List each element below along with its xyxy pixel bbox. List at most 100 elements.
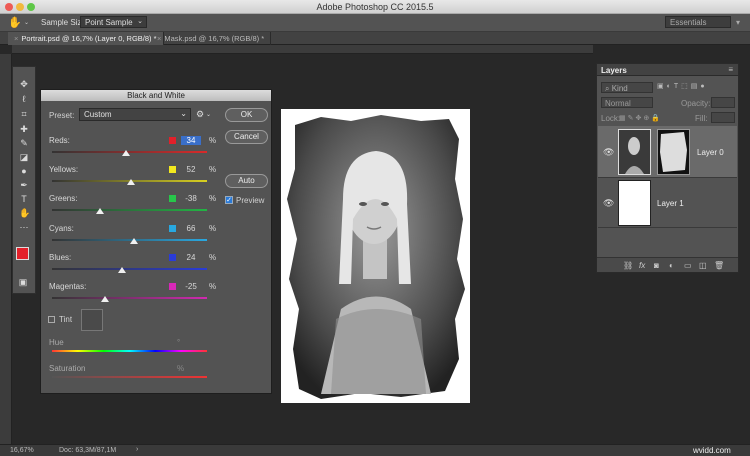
preview-label: Preview <box>236 196 265 205</box>
yellows-value-input[interactable]: 52 <box>181 165 201 174</box>
zoom-level[interactable]: 16,67% <box>10 447 34 454</box>
chevron-down-icon[interactable]: ⌄ <box>206 111 211 118</box>
layer-row-layer-0[interactable]: 👁 Layer 0 <box>598 126 737 178</box>
saturation-track <box>52 376 207 378</box>
dialog-title[interactable]: Black and White <box>41 90 271 101</box>
status-bar: 16,67% Doc: 63,3M/87,1M › wvidd.com <box>0 444 750 456</box>
blues-percent: % <box>209 252 217 262</box>
tab-mask[interactable]: × Mask.psd @ 16,7% (RGB/8) * <box>151 32 272 45</box>
cancel-button[interactable]: Cancel <box>225 130 268 144</box>
blues-value-input[interactable]: 24 <box>181 253 201 262</box>
tint-checkbox[interactable] <box>48 316 55 323</box>
app-title: Adobe Photoshop CC 2015.5 <box>316 2 434 12</box>
panel-menu-icon[interactable]: ≡ <box>728 65 733 74</box>
new-layer-icon[interactable]: ◫ <box>699 258 707 273</box>
workspace-select[interactable]: Essentials <box>665 16 731 28</box>
eye-icon[interactable]: 👁 <box>603 147 614 158</box>
reds-label: Reds: <box>49 136 70 145</box>
layer-filter-icons[interactable]: ▣◐T⬚▤● <box>657 82 733 93</box>
move-tool-icon[interactable]: ✥ <box>19 79 29 89</box>
opacity-input[interactable] <box>711 97 735 108</box>
layer-0-thumbnail <box>618 129 651 175</box>
ruler-horizontal[interactable] <box>12 45 593 54</box>
blues-label: Blues: <box>49 252 72 262</box>
workspace-value: Essentials <box>670 18 707 27</box>
blues-slider-thumb[interactable] <box>117 266 126 273</box>
yellows-label: Yellows: <box>49 165 79 175</box>
blur-tool-icon[interactable]: ● <box>19 166 29 176</box>
brush-tool-icon[interactable]: ✎ <box>19 138 29 148</box>
tint-label: Tint <box>59 315 73 324</box>
greens-value-input[interactable]: -38 <box>181 194 201 203</box>
trash-icon[interactable]: 🗑 <box>714 258 724 273</box>
opacity-label: Opacity: <box>681 99 711 108</box>
fill-input[interactable] <box>711 112 735 123</box>
magentas-value-input[interactable]: -25 <box>181 282 201 291</box>
lock-icons[interactable]: ▦✎✥⊕🔒 <box>619 114 662 122</box>
reds-color-swatch <box>169 137 176 144</box>
reds-value-input[interactable]: 34 <box>181 136 201 145</box>
cyans-value-input[interactable]: 66 <box>181 224 201 233</box>
layer-row-layer-1[interactable]: 👁 Layer 1 <box>598 178 737 228</box>
close-icon[interactable]: × <box>157 34 161 43</box>
type-tool-icon[interactable]: T <box>19 194 29 204</box>
magentas-label: Magentas: <box>49 282 87 291</box>
tab-label: Portrait.psd @ 16,7% (Layer 0, RGB/8) * <box>21 34 157 43</box>
greens-percent: % <box>209 194 217 204</box>
layers-title[interactable]: Layers <box>601 66 627 75</box>
hand-tool-icon[interactable]: ✋ <box>19 208 30 218</box>
healing-brush-icon[interactable]: ✚ <box>19 124 29 134</box>
adjustment-layer-icon[interactable]: ◐ <box>669 258 674 273</box>
foreground-color-swatch[interactable] <box>16 247 29 260</box>
reds-slider-thumb[interactable] <box>122 150 131 156</box>
crop-tool-icon[interactable]: ⌗ <box>19 109 29 119</box>
yellows-slider-thumb[interactable] <box>127 179 136 186</box>
add-mask-icon[interactable]: ◙ <box>654 258 659 273</box>
layer-filter-select[interactable]: ⌕ Kind <box>601 82 653 93</box>
eye-icon[interactable]: 👁 <box>603 198 614 209</box>
blues-color-swatch <box>169 253 176 261</box>
pen-tool-icon[interactable]: ✒ <box>19 180 29 190</box>
blend-mode-select[interactable]: Normal <box>601 97 653 108</box>
tab-portrait[interactable]: × Portrait.psd @ 16,7% (Layer 0, RGB/8) * <box>8 32 164 45</box>
ruler-vertical[interactable] <box>0 54 12 444</box>
quick-mask-icon[interactable]: ▣ <box>18 277 28 287</box>
gear-icon[interactable]: ⚙ <box>196 109 204 120</box>
cyans-slider-thumb[interactable] <box>130 237 139 244</box>
document-canvas[interactable] <box>281 109 470 403</box>
hand-tool-icon[interactable]: ✋ <box>8 16 22 29</box>
chevron-down-icon[interactable]: ⌄ <box>24 19 29 26</box>
options-bar: ✋ ⌄ Sample Size: Point Sample ⌄ Essentia… <box>0 14 750 32</box>
fill-label: Fill: <box>695 114 708 123</box>
magentas-color-swatch <box>169 283 176 290</box>
auto-button[interactable]: Auto <box>225 174 268 188</box>
link-layers-icon[interactable]: ⛓ <box>623 258 633 273</box>
magentas-slider-thumb[interactable] <box>100 296 109 302</box>
greens-slider-track[interactable] <box>52 209 207 212</box>
sample-size-select[interactable]: Point Sample ⌄ <box>80 16 147 28</box>
sample-size-value: Point Sample <box>85 18 133 27</box>
panel-expand-icon[interactable]: ▾ <box>736 18 740 27</box>
layer-0-mask-thumbnail[interactable] <box>657 129 690 175</box>
blues-slider-track[interactable] <box>52 267 207 270</box>
chevron-right-icon[interactable]: › <box>136 446 138 453</box>
lasso-tool-icon[interactable]: ℓ <box>19 94 29 104</box>
lock-label: Lock: <box>601 114 621 123</box>
hue-label: Hue <box>49 338 64 347</box>
fx-icon[interactable]: fx <box>639 258 645 273</box>
preset-select[interactable]: Custom ⌄ <box>79 108 191 121</box>
tint-color-swatch <box>81 309 103 331</box>
ok-button[interactable]: OK <box>225 108 268 122</box>
more-tools-icon[interactable]: ⋯ <box>19 222 29 232</box>
greens-slider-thumb[interactable] <box>96 208 105 215</box>
window-titlebar: Adobe Photoshop CC 2015.5 <box>0 0 750 14</box>
new-group-icon[interactable]: ▭ <box>684 258 692 273</box>
eraser-tool-icon[interactable]: ◪ <box>19 152 29 162</box>
preview-checkbox[interactable]: ✓ <box>225 196 233 204</box>
tab-label: Mask.psd @ 16,7% (RGB/8) * <box>164 34 265 43</box>
magentas-slider-track[interactable] <box>52 297 207 299</box>
close-icon[interactable]: × <box>14 34 18 43</box>
layer-1-name[interactable]: Layer 1 <box>657 199 684 208</box>
blend-mode-value: Normal <box>605 99 631 108</box>
layer-0-name[interactable]: Layer 0 <box>697 148 724 157</box>
